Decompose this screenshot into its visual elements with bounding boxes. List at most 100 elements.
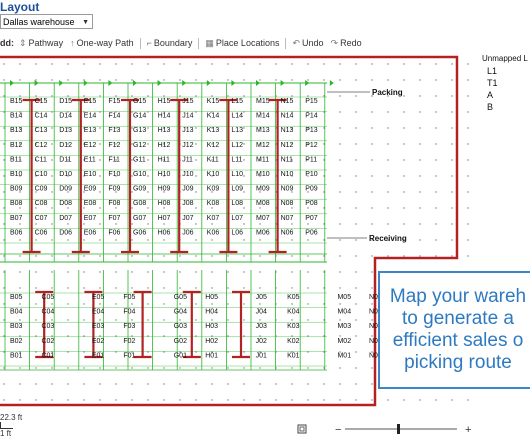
grid-dot — [243, 143, 245, 145]
grid-dot — [51, 79, 53, 81]
grid-dot — [115, 207, 117, 209]
grid-dot — [435, 127, 437, 129]
grid-dot — [307, 271, 309, 273]
location-label: F04 — [123, 309, 135, 316]
location-label: K15 — [207, 98, 220, 105]
grid-dot — [163, 239, 165, 241]
grid-dot — [227, 255, 229, 257]
grid-dot — [243, 303, 245, 305]
grid-dot — [339, 271, 341, 273]
location-label: N11 — [281, 156, 293, 163]
grid-dot — [243, 319, 245, 321]
location-label: E05 — [92, 294, 105, 301]
unmapped-location-item[interactable]: L1 — [487, 66, 497, 76]
grid-dot — [99, 159, 101, 161]
location-label: C12 — [35, 142, 48, 149]
location-label: D10 — [59, 171, 72, 178]
location-label: K03 — [287, 323, 300, 330]
location-label: B06 — [10, 229, 23, 236]
grid-dot — [115, 319, 117, 321]
grid-dot — [371, 255, 373, 257]
grid-dot — [195, 271, 197, 273]
grid-dot — [243, 335, 245, 337]
location-label: F03 — [123, 323, 135, 330]
location-label: D12 — [59, 142, 72, 149]
grid-dot — [195, 239, 197, 241]
grid-dot — [211, 287, 213, 289]
grid-dot — [195, 319, 197, 321]
grid-dot — [467, 63, 469, 65]
location-label: F07 — [108, 215, 120, 222]
grid-dot — [371, 191, 373, 193]
unmapped-location-item[interactable]: A — [487, 90, 493, 100]
zoom-out-icon[interactable]: − — [335, 424, 341, 436]
location-label: E09 — [84, 186, 97, 193]
scale-sub-label: 1 ft — [0, 429, 12, 438]
grid-dot — [211, 79, 213, 81]
grid-dot — [83, 303, 85, 305]
location-label: G03 — [174, 323, 187, 330]
location-label: B03 — [10, 323, 23, 330]
grid-dot — [355, 111, 357, 113]
grid-dot — [419, 95, 421, 97]
grid-dot — [147, 63, 149, 65]
grid-dot — [243, 223, 245, 225]
grid-dot — [355, 95, 357, 97]
location-label: L07 — [231, 215, 243, 222]
grid-dot — [227, 79, 229, 81]
grid-dot — [179, 367, 181, 369]
grid-dot — [147, 383, 149, 385]
grid-dot — [35, 399, 37, 401]
location-label: C01 — [41, 352, 54, 359]
grid-dot — [355, 287, 357, 289]
grid-dot — [51, 95, 53, 97]
location-label: M07 — [256, 215, 270, 222]
grid-dot — [211, 271, 213, 273]
grid-dot — [3, 255, 5, 257]
grid-dot — [435, 175, 437, 177]
location-label: K12 — [207, 142, 220, 149]
path-arrow — [108, 80, 113, 86]
grid-dot — [371, 63, 373, 65]
grid-dot — [451, 191, 453, 193]
grid-dot — [355, 303, 357, 305]
location-label: G05 — [174, 294, 187, 301]
grid-dot — [451, 159, 453, 161]
grid-dot — [291, 383, 293, 385]
unmapped-locations-title: Unmapped L — [482, 54, 528, 63]
grid-dot — [419, 175, 421, 177]
location-label: N14 — [281, 113, 294, 120]
grid-dot — [419, 223, 421, 225]
grid-dot — [35, 271, 37, 273]
grid-dot — [131, 239, 133, 241]
grid-dot — [403, 191, 405, 193]
zoom-in-icon[interactable]: + — [465, 424, 471, 436]
location-label: D08 — [59, 200, 72, 207]
grid-dot — [275, 399, 277, 401]
location-label: M01 — [337, 352, 351, 359]
grid-dot — [387, 79, 389, 81]
unmapped-location-item[interactable]: T1 — [487, 78, 498, 88]
grid-dot — [387, 127, 389, 129]
location-label: C03 — [41, 323, 54, 330]
grid-dot — [227, 399, 229, 401]
grid-dot — [227, 303, 229, 305]
location-label: E15 — [84, 98, 97, 105]
fit-to-screen-icon[interactable] — [297, 424, 307, 434]
location-label: B11 — [10, 156, 22, 163]
grid-dot — [403, 207, 405, 209]
location-label: F10 — [108, 171, 120, 178]
location-label: P14 — [305, 113, 318, 120]
grid-dot — [291, 79, 293, 81]
location-label: J01 — [256, 352, 267, 359]
grid-dot — [147, 367, 149, 369]
location-label: F08 — [108, 200, 120, 207]
grid-dot — [131, 207, 133, 209]
grid-dot — [147, 79, 149, 81]
location-label: C02 — [41, 338, 54, 345]
grid-dot — [51, 335, 53, 337]
zoom-slider-thumb[interactable] — [397, 424, 400, 434]
grid-dot — [419, 143, 421, 145]
unmapped-location-item[interactable]: B — [487, 102, 493, 112]
location-label: M14 — [256, 113, 270, 120]
